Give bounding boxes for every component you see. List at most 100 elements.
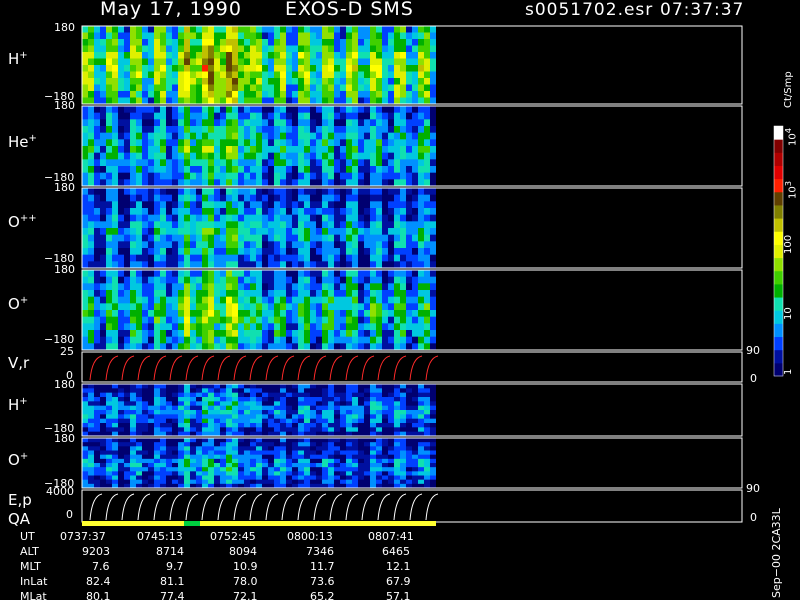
heatmap-cell: [298, 179, 304, 187]
heatmap-cell: [82, 208, 88, 216]
heatmap-cell: [184, 119, 190, 127]
heatmap-cell: [88, 208, 94, 216]
heatmap-cell: [172, 221, 178, 229]
panel-label-h1: H+: [8, 50, 28, 68]
heatmap-cell: [232, 442, 238, 447]
heatmap-cell: [166, 261, 172, 269]
heatmap-cell: [418, 427, 424, 433]
heatmap-cell: [334, 97, 340, 105]
heatmap-cell: [178, 26, 184, 33]
heatmap-cell: [244, 310, 250, 318]
heatmap-cell: [340, 152, 346, 160]
heatmap-cell: [352, 65, 358, 72]
heatmap-cell: [94, 106, 100, 114]
heatmap-cell: [316, 418, 322, 424]
heatmap-cell: [280, 446, 286, 451]
heatmap-cell: [136, 179, 142, 187]
heatmap-cell: [400, 388, 406, 394]
heatmap-cell: [298, 290, 304, 298]
heatmap-cell: [208, 58, 214, 66]
heatmap-cell: [304, 270, 310, 278]
heatmap-cell: [358, 458, 364, 464]
heatmap-cell: [130, 323, 136, 331]
heatmap-cell: [418, 471, 424, 476]
heatmap-cell: [244, 214, 250, 222]
heatmap-cell: [424, 248, 430, 256]
heatmap-cell: [100, 26, 106, 33]
heatmap-cell: [304, 84, 310, 92]
heatmap-cell: [82, 423, 88, 428]
heatmap-cell: [148, 179, 154, 187]
heatmap-cell: [196, 290, 202, 298]
heatmap-cell: [382, 201, 388, 209]
heatmap-cell: [190, 241, 196, 249]
ytick-h1-top: 180: [54, 21, 75, 34]
heatmap-cell: [274, 316, 280, 324]
heatmap-cell: [286, 152, 292, 160]
heatmap-cell: [358, 388, 364, 394]
heatmap-cell: [334, 450, 340, 456]
heatmap-cell: [148, 194, 154, 202]
heatmap-cell: [274, 188, 280, 196]
heatmap-cell: [292, 172, 298, 180]
heatmap-cell: [352, 458, 358, 464]
heatmap-cell: [340, 214, 346, 222]
heatmap-cell: [274, 401, 280, 407]
heatmap-cell: [172, 106, 178, 114]
heatmap-cell: [412, 26, 418, 33]
heatmap-cell: [202, 241, 208, 249]
heatmap-cell: [274, 172, 280, 180]
heatmap-cell: [220, 65, 226, 72]
heatmap-cell: [160, 106, 166, 114]
heatmap-cell: [88, 384, 94, 389]
heatmap-cell: [82, 221, 88, 229]
heatmap-cell: [118, 172, 124, 180]
heatmap-cell: [286, 84, 292, 92]
heatmap-cell: [190, 410, 196, 415]
heatmap-cell: [322, 179, 328, 187]
heatmap-cell: [394, 146, 400, 154]
heatmap-cell: [346, 234, 352, 242]
heatmap-cell: [370, 475, 376, 481]
heatmap-cell: [142, 283, 148, 291]
heatmap-cell: [82, 401, 88, 407]
heatmap-cell: [238, 132, 244, 140]
heatmap-cell: [262, 201, 268, 209]
heatmap-cell: [328, 71, 334, 79]
heatmap-cell: [202, 475, 208, 481]
trace-line: [409, 493, 423, 521]
heatmap-cell: [166, 234, 172, 242]
heatmap-cell: [304, 316, 310, 324]
heatmap-cell: [154, 296, 160, 304]
heatmap-cell: [256, 91, 262, 98]
heatmap-cell: [226, 45, 232, 53]
heatmap-cell: [196, 139, 202, 147]
heatmap-cell: [322, 463, 328, 468]
heatmap-cell: [160, 172, 166, 180]
heatmap-cell: [376, 316, 382, 324]
heatmap-cell: [226, 423, 232, 428]
heatmap-cell: [136, 166, 142, 174]
heatmap-cell: [160, 159, 166, 167]
heatmap-cell: [196, 126, 202, 134]
heatmap-cell: [124, 316, 130, 324]
qa-flag: [184, 521, 200, 526]
heatmap-cell: [256, 410, 262, 415]
heatmap-cell: [298, 388, 304, 394]
heatmap-cell: [292, 201, 298, 209]
heatmap-cell: [196, 159, 202, 167]
heatmap-cell: [262, 336, 268, 344]
heatmap-cell: [160, 26, 166, 33]
heatmap-cell: [310, 303, 316, 311]
heatmap-cell: [184, 471, 190, 476]
heatmap-cell: [190, 414, 196, 420]
heatmap-cell: [298, 166, 304, 174]
heatmap-cell: [298, 296, 304, 304]
heatmap-cell: [250, 78, 256, 85]
heatmap-cell: [106, 139, 112, 147]
heatmap-cell: [172, 78, 178, 85]
heatmap-cell: [166, 296, 172, 304]
heatmap-cell: [178, 310, 184, 318]
heatmap-cell: [394, 39, 400, 46]
heatmap-cell: [136, 139, 142, 147]
